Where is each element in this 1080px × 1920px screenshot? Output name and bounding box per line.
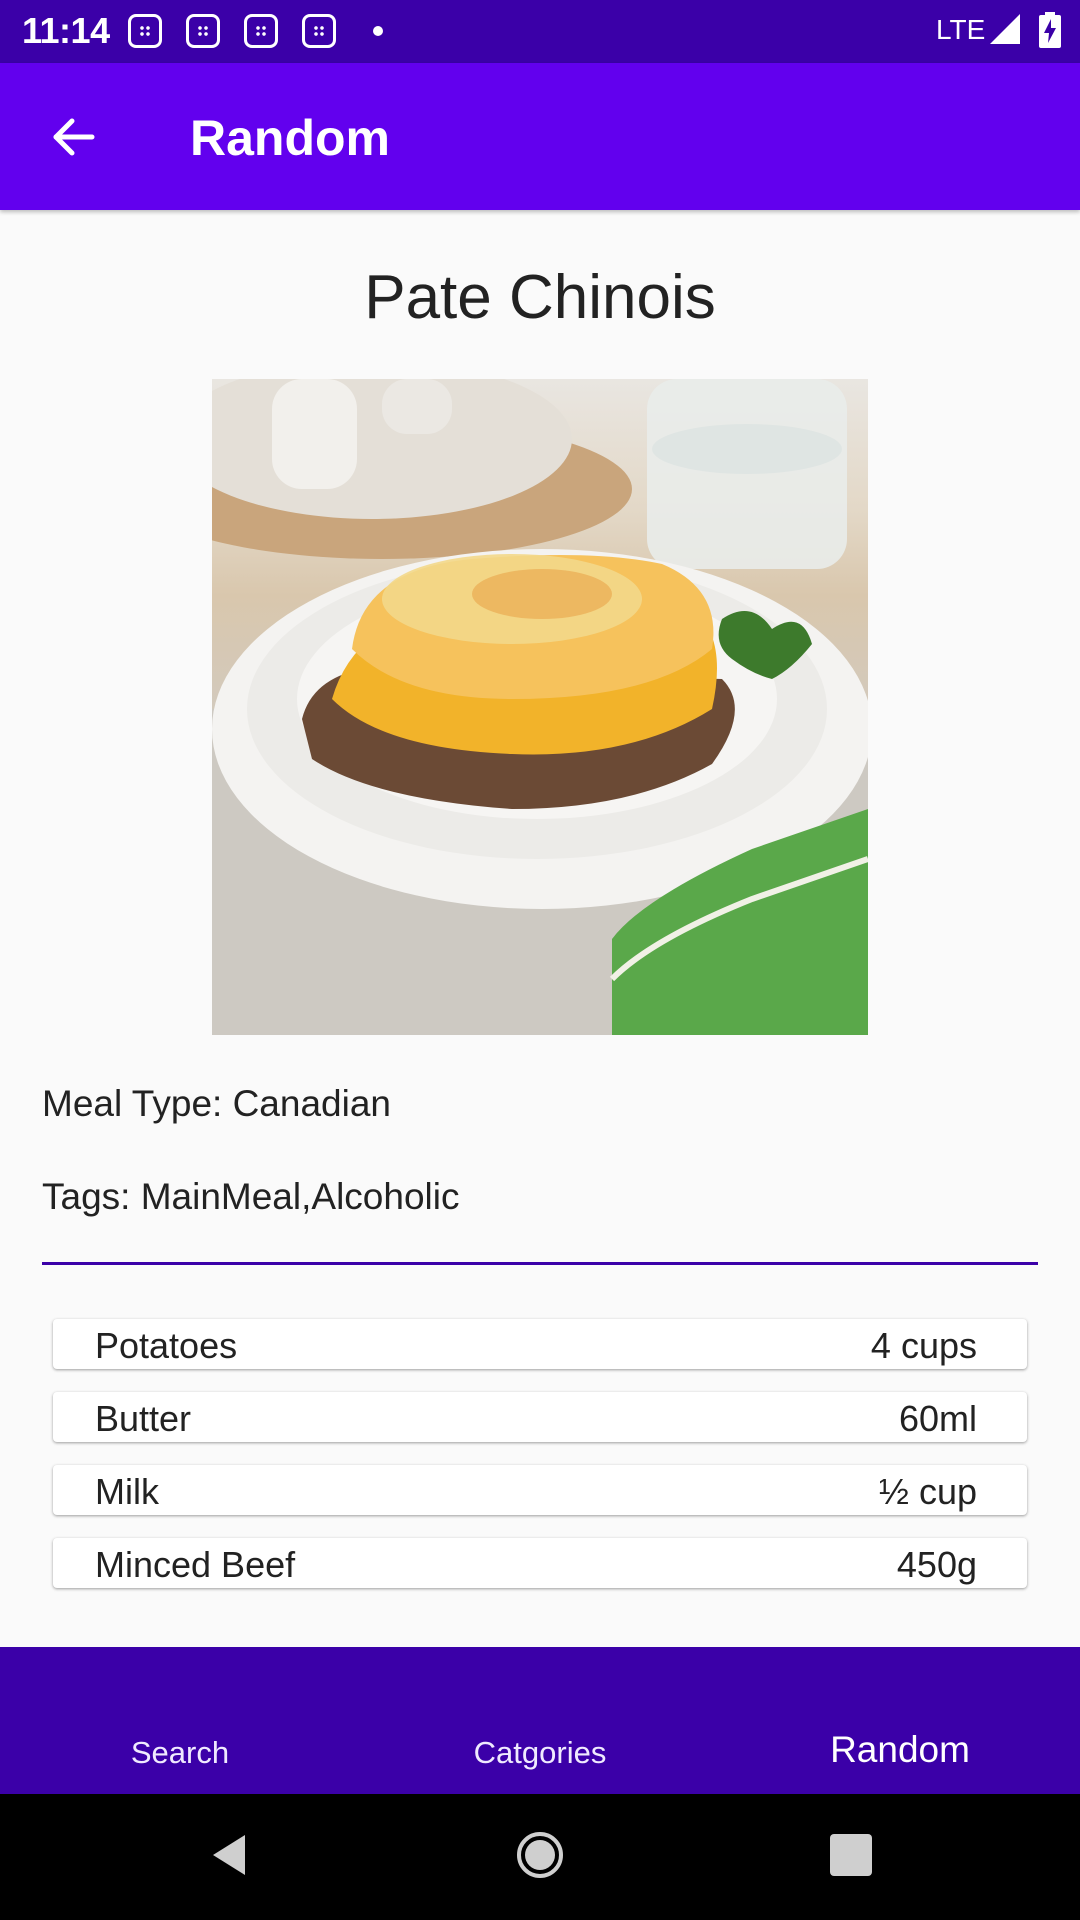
ingredient-name: Milk — [95, 1471, 159, 1512]
meal-title: Pate Chinois — [364, 263, 716, 332]
app-bar-title: Random — [190, 110, 390, 166]
nav-item-categories[interactable]: Catgories — [360, 1647, 720, 1794]
ingredient-row[interactable]: Milk ½ cup — [53, 1465, 1027, 1515]
more-notifications-dot-icon — [373, 26, 383, 36]
nav-item-search[interactable]: Search — [0, 1647, 360, 1794]
nav-label-search: Search — [130, 1735, 230, 1770]
calendar-icon — [302, 14, 336, 48]
system-navigation-bar — [0, 1794, 1080, 1920]
app-bar: Random — [0, 63, 1080, 210]
ingredient-name: Minced Beef — [95, 1544, 296, 1585]
signal-icon — [990, 14, 1020, 44]
nav-label-categories: Catgories — [473, 1735, 607, 1770]
ingredient-name: Butter — [95, 1398, 192, 1439]
nav-label-random: Random — [830, 1729, 970, 1770]
status-time: 11:14 — [22, 10, 110, 51]
status-bar: 11:14 LTE — [0, 0, 1080, 63]
arrow-back-icon[interactable] — [48, 113, 96, 161]
network-type: LTE — [936, 14, 986, 45]
ingredient-measure: 4 cups — [870, 1325, 977, 1366]
ingredient-measure: ½ cup — [878, 1471, 977, 1512]
ingredient-measure: 60ml — [898, 1398, 977, 1439]
ingredient-measure: 450g — [896, 1544, 977, 1585]
calendar-icon — [186, 14, 220, 48]
system-back-icon[interactable] — [205, 1830, 255, 1880]
bottom-navigation: Search Catgories Random — [0, 1647, 1080, 1794]
meal-image — [212, 379, 868, 1035]
meal-tags-label: Tags: MainMeal,Alcoholic — [42, 1176, 460, 1217]
meal-type-label: Meal Type: Canadian — [42, 1083, 391, 1124]
calendar-icon — [244, 14, 278, 48]
system-recents-icon[interactable] — [830, 1834, 872, 1876]
ingredient-name: Potatoes — [95, 1325, 238, 1366]
ingredient-row[interactable]: Minced Beef 450g — [53, 1538, 1027, 1588]
ingredient-row[interactable]: Butter 60ml — [53, 1392, 1027, 1442]
ingredient-row[interactable]: Potatoes 4 cups — [53, 1319, 1027, 1369]
calendar-icon — [128, 14, 162, 48]
battery-charging-icon — [1039, 12, 1061, 48]
divider — [42, 1262, 1038, 1265]
nav-item-random[interactable]: Random — [720, 1647, 1080, 1794]
ingredient-list: Potatoes 4 cups Butter 60ml Milk ½ cup M… — [53, 1319, 1027, 1611]
system-home-icon[interactable] — [515, 1830, 565, 1880]
